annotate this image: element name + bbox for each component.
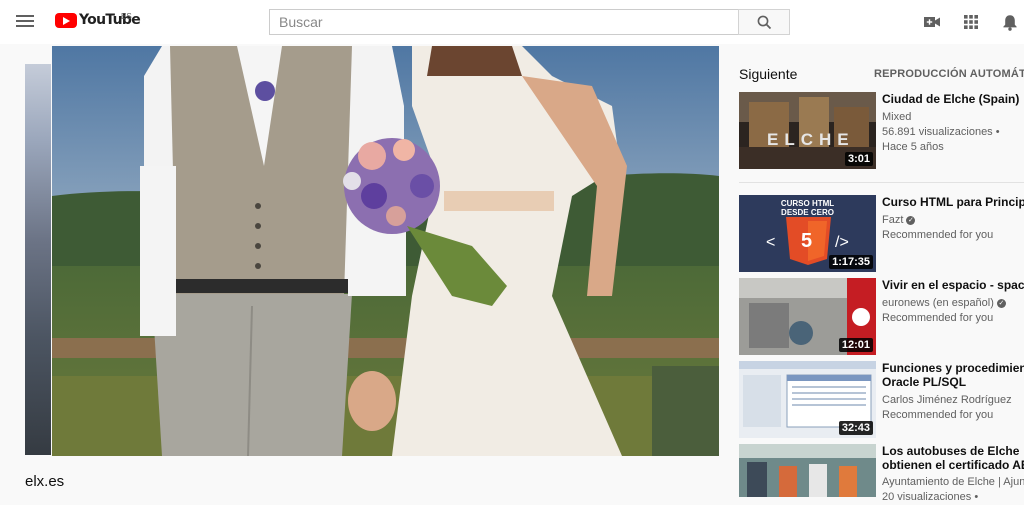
search-button[interactable] [738,9,790,35]
svg-text:/>: /> [835,234,849,251]
sidebar-divider [739,182,1024,183]
video-channel[interactable]: euronews (en español) [882,297,994,309]
video-thumbnail[interactable]: 32:43 [739,361,876,438]
channel-name[interactable]: elx.es [25,473,64,490]
youtube-play-icon [55,12,77,28]
video-player[interactable] [52,46,719,456]
search-box [269,9,738,35]
video-channel-row[interactable]: euronews (en español) ✓ [882,296,1024,311]
video-info: Curso HTML para Principiantes Fazt✓ Reco… [882,195,1024,243]
video-thumbnail[interactable]: ELCHE 3:01 [739,92,876,169]
video-title[interactable]: Los autobuses de Elche [882,444,1024,458]
search-icon [757,15,771,29]
menu-icon[interactable] [16,13,34,29]
video-views: 56.891 visualizaciones • [882,126,1000,138]
video-title[interactable]: Ciudad de Elche (Spain) [882,92,1024,106]
masthead: YouTube ES [0,0,1024,44]
video-title[interactable]: Curso HTML para Principiantes [882,195,1024,209]
video-thumbnail[interactable]: 5 < /> CURSO HTML DESDE CERO 1:17:35 [739,195,876,272]
video-info: Vivir en el espacio - space euronews (en… [882,278,1024,326]
video-title[interactable]: Vivir en el espacio - space [882,278,1024,292]
video-recommendation: Recommended for you [882,312,994,324]
video-title-line2[interactable]: Oracle PL/SQL [882,375,1024,389]
thumbnail-text: DESDE CERO [781,208,834,217]
apps-grid-icon[interactable] [961,12,981,32]
bell-icon[interactable] [1000,12,1020,32]
verified-check-icon: ✓ [996,298,1006,308]
verified-check-icon: ✓ [906,215,916,225]
video-thumbnail[interactable]: 12:01 [739,278,876,355]
video-card[interactable]: ELCHE 3:01 Ciudad de Elche (Spain) Mixed… [739,92,1024,169]
video-card[interactable]: 32:43 Funciones y procedimientos Oracle … [739,361,1024,438]
video-thumbnail[interactable] [739,444,876,497]
video-channel-row[interactable]: Fazt ✓ [882,213,1024,228]
video-views: 20 visualizaciones • [882,491,979,503]
thumbnail-image [739,444,876,497]
video-card[interactable]: 12:01 Vivir en el espacio - space eurone… [739,278,1024,355]
up-next-header: Siguiente REPRODUCCIÓN AUTOMÁTICA [739,64,1024,84]
video-channel[interactable]: Fazt [882,214,903,226]
video-recommendation: Recommended for you [882,229,994,241]
video-duration: 12:01 [838,338,873,352]
video-title-line2[interactable]: obtienen el certificado AENOR [882,458,1024,472]
svg-text:<: < [766,234,775,251]
video-card[interactable]: Los autobuses de Elche obtienen el certi… [739,444,1024,503]
video-channel[interactable]: Carlos Jiménez Rodríguez [882,393,1024,408]
video-info: Ciudad de Elche (Spain) Mixed 56.891 vis… [882,92,1024,155]
video-channel[interactable]: Ayuntamiento de Elche | Ajuntament [882,475,1024,490]
autoplay-label[interactable]: REPRODUCCIÓN AUTOMÁTICA [874,68,1024,80]
up-next-title: Siguiente [739,66,798,82]
video-title[interactable]: Funciones y procedimientos [882,361,1024,375]
video-camera-icon[interactable] [922,12,942,32]
video-channel[interactable]: Mixed [882,110,1024,125]
svg-text:5: 5 [801,230,812,252]
video-duration: 32:43 [838,421,873,435]
video-recommendation: Recommended for you [882,409,994,421]
previous-frame-strip [25,64,51,455]
video-info: Los autobuses de Elche obtienen el certi… [882,444,1024,505]
video-duration: 3:01 [844,152,873,166]
video-duration: 1:17:35 [829,255,873,269]
video-info: Funciones y procedimientos Oracle PL/SQL… [882,361,1024,423]
video-frame [52,46,719,456]
video-card[interactable]: 5 < /> CURSO HTML DESDE CERO 1:17:35 Cur… [739,195,1024,272]
thumbnail-text: ELCHE [767,130,855,149]
country-code: ES [121,12,132,21]
video-age: Hace 5 años [882,141,944,153]
thumbnail-text: CURSO HTML [780,199,835,208]
search-input[interactable] [270,10,738,34]
